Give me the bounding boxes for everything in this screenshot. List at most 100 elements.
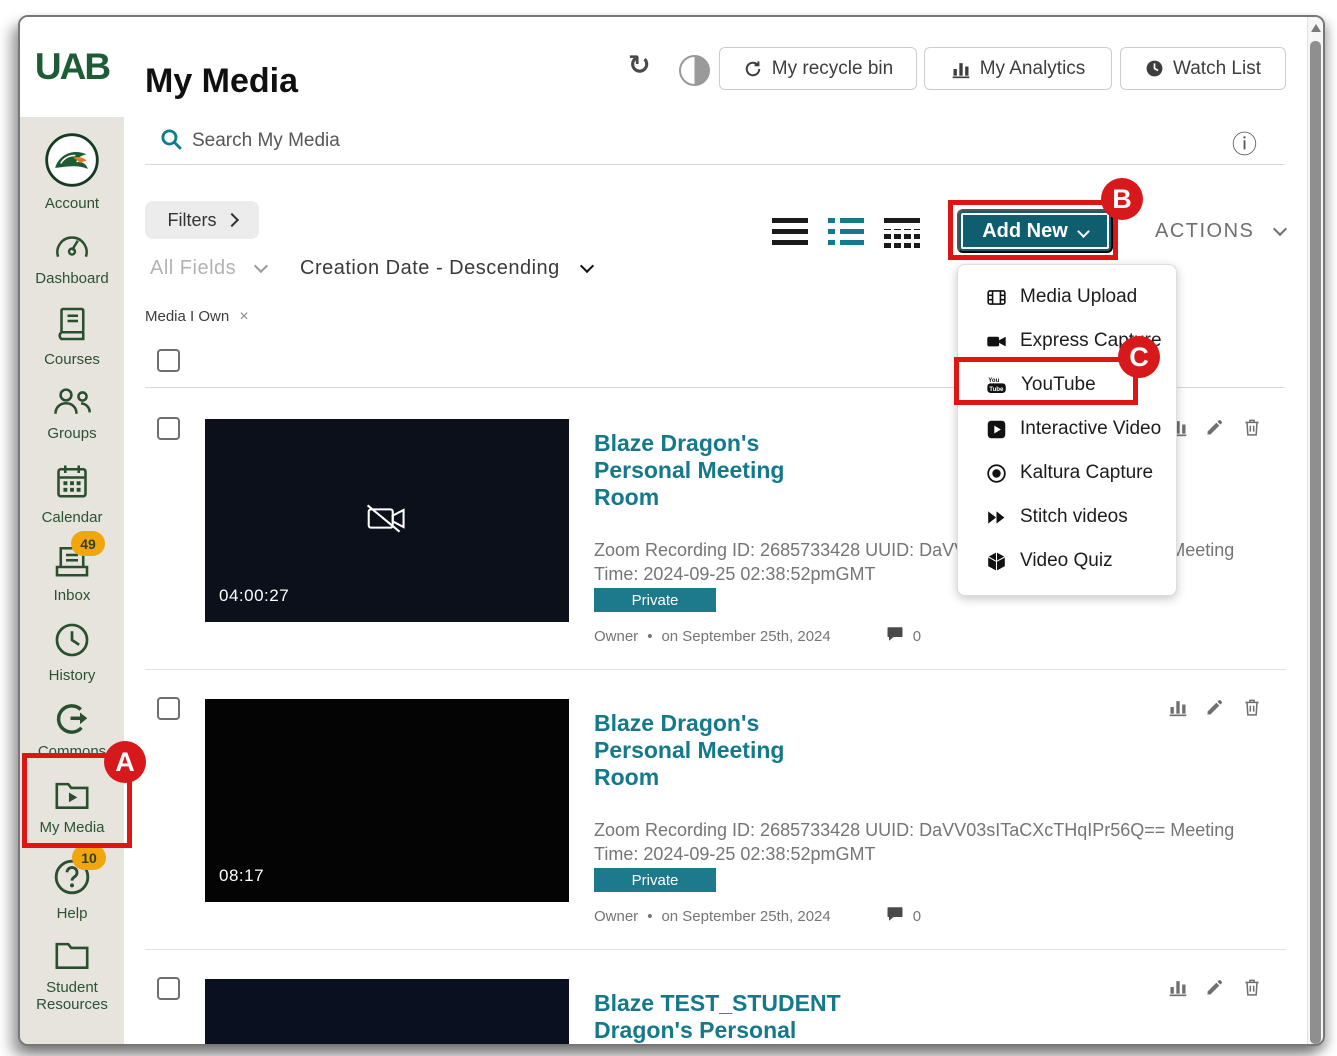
- media-row-actions: [1168, 417, 1262, 442]
- scrollbar[interactable]: [1307, 17, 1323, 1044]
- sort-label: Creation Date - Descending: [300, 257, 560, 279]
- menu-item-interactive-video[interactable]: Interactive Video: [958, 407, 1176, 451]
- delete-icon[interactable]: [1242, 697, 1262, 722]
- scrollbar-thumb[interactable]: [1310, 41, 1321, 1044]
- edit-icon[interactable]: [1205, 697, 1225, 722]
- delete-icon[interactable]: [1242, 417, 1262, 442]
- annotation-badge-a: A: [104, 741, 146, 783]
- select-all-checkbox[interactable]: [157, 349, 180, 372]
- annotation-badge-c: C: [1118, 336, 1160, 378]
- search-divider: [145, 164, 1285, 165]
- dot-separator: •: [647, 907, 653, 925]
- view-toggle-collapsed-icon[interactable]: [772, 218, 808, 248]
- chevron-down-icon: [1273, 221, 1288, 237]
- comment-icon: [886, 625, 904, 647]
- filters-button[interactable]: Filters: [145, 201, 259, 239]
- refresh-icon[interactable]: ↻: [628, 50, 651, 81]
- search-input[interactable]: Search My Media: [192, 130, 340, 152]
- watch-list-label: Watch List: [1173, 57, 1261, 79]
- media-row-actions: [1168, 697, 1262, 722]
- menu-item-video-quiz[interactable]: Video Quiz: [958, 539, 1176, 583]
- add-new-label: Add New: [982, 219, 1068, 242]
- media-meta: Owner • on September 25th, 2024 0: [594, 905, 921, 927]
- menu-item-label: Interactive Video: [1020, 418, 1162, 439]
- menu-item-label: Stitch videos: [1020, 506, 1128, 527]
- edit-icon[interactable]: [1205, 977, 1225, 1002]
- interactive-video-icon: [987, 420, 1006, 438]
- all-fields-dropdown[interactable]: All Fields: [150, 257, 269, 280]
- menu-item-label: Media Upload: [1020, 286, 1138, 307]
- menu-item-media-upload[interactable]: Media Upload: [958, 275, 1176, 319]
- media-row: 08:17 Blaze Dragon's Personal Meeting Ro…: [20, 677, 1308, 957]
- delete-icon[interactable]: [1242, 977, 1262, 1002]
- info-icon[interactable]: ⓘ: [1232, 125, 1257, 161]
- view-toggle-list-icon[interactable]: [828, 218, 864, 248]
- sidebar-item-courses[interactable]: Courses: [20, 305, 124, 368]
- camera-off-icon: [364, 502, 410, 539]
- svg-text:You: You: [988, 377, 999, 384]
- media-thumbnail[interactable]: 04:00:27: [205, 419, 569, 622]
- media-title-link[interactable]: Blaze Dragon's Personal Meeting Room: [594, 430, 819, 511]
- filter-tag-label: Media I Own: [145, 308, 230, 325]
- privacy-badge: Private: [594, 868, 716, 892]
- watch-list-button[interactable]: Watch List: [1120, 47, 1286, 90]
- book-icon: [54, 305, 90, 343]
- video-camera-icon: [987, 336, 1006, 346]
- uab-logo[interactable]: UAB: [20, 17, 124, 117]
- media-row-checkbox[interactable]: [157, 977, 180, 1000]
- sort-dropdown[interactable]: Creation Date - Descending: [300, 257, 594, 280]
- media-row-checkbox[interactable]: [157, 417, 180, 440]
- search-icon[interactable]: [159, 127, 184, 157]
- menu-item-label: Kaltura Capture: [1020, 462, 1154, 483]
- analytics-icon[interactable]: [1168, 977, 1188, 1002]
- chevron-down-icon: [254, 258, 269, 274]
- record-icon: [987, 463, 1006, 483]
- menu-item-stitch-videos[interactable]: Stitch videos: [958, 495, 1176, 539]
- media-title-link[interactable]: Blaze TEST_STUDENT Dragon's Personal: [594, 990, 874, 1044]
- actions-dropdown[interactable]: ACTIONS: [1155, 220, 1288, 243]
- media-thumbnail[interactable]: [205, 979, 569, 1044]
- contrast-toggle-icon[interactable]: [679, 55, 710, 86]
- dot-separator: •: [647, 627, 653, 645]
- bar-chart-icon: [952, 62, 970, 78]
- watch-clock-icon: [1146, 60, 1163, 77]
- add-new-button[interactable]: Add New: [957, 209, 1113, 253]
- duration-label: 08:17: [219, 866, 265, 885]
- media-description: Zoom Recording ID: 2685733428 UUID: DaVV…: [594, 820, 1235, 864]
- sidebar-item-label: Dashboard: [35, 270, 109, 287]
- remove-filter-icon[interactable]: ×: [239, 308, 248, 325]
- actions-label: ACTIONS: [1155, 220, 1255, 242]
- filters-label: Filters: [167, 209, 217, 230]
- comment-icon: [886, 905, 904, 927]
- app-window: UAB Account Dashboard Courses Groups Cal…: [18, 15, 1325, 1046]
- analytics-icon[interactable]: [1168, 697, 1188, 722]
- annotation-badge-b: B: [1101, 178, 1143, 220]
- svg-text:Tube: Tube: [989, 385, 1004, 392]
- comment-count: 0: [912, 907, 922, 925]
- owner-label: Owner: [594, 627, 639, 645]
- media-row: Blaze TEST_STUDENT Dragon's Personal: [20, 957, 1308, 1044]
- media-title-link[interactable]: Blaze Dragon's Personal Meeting Room: [594, 710, 819, 791]
- sidebar-item-dashboard[interactable]: Dashboard: [20, 228, 124, 287]
- chevron-down-icon: [579, 258, 594, 274]
- media-row-checkbox[interactable]: [157, 697, 180, 720]
- my-recycle-bin-label: My recycle bin: [771, 57, 894, 79]
- my-analytics-label: My Analytics: [979, 57, 1086, 79]
- comment-count: 0: [912, 627, 922, 645]
- sidebar-item-account[interactable]: Account: [20, 133, 124, 212]
- menu-item-kaltura-capture[interactable]: Kaltura Capture: [958, 451, 1176, 495]
- scroll-up-arrow-icon[interactable]: [1311, 24, 1321, 32]
- date-label: on September 25th, 2024: [661, 907, 831, 925]
- chevron-right-icon: [224, 212, 239, 228]
- cube-icon: [987, 551, 1006, 571]
- owner-label: Owner: [594, 907, 639, 925]
- my-analytics-button[interactable]: My Analytics: [924, 47, 1112, 90]
- my-recycle-bin-button[interactable]: My recycle bin: [719, 47, 917, 90]
- edit-icon[interactable]: [1205, 417, 1225, 442]
- filter-tag-media-i-own[interactable]: Media I Own ×: [145, 308, 249, 326]
- media-thumbnail[interactable]: 08:17: [205, 699, 569, 902]
- dashboard-icon: [53, 228, 91, 262]
- view-toggle-grid-icon[interactable]: [884, 218, 920, 248]
- page-title: My Media: [145, 61, 299, 100]
- chevron-down-icon: [1076, 224, 1090, 238]
